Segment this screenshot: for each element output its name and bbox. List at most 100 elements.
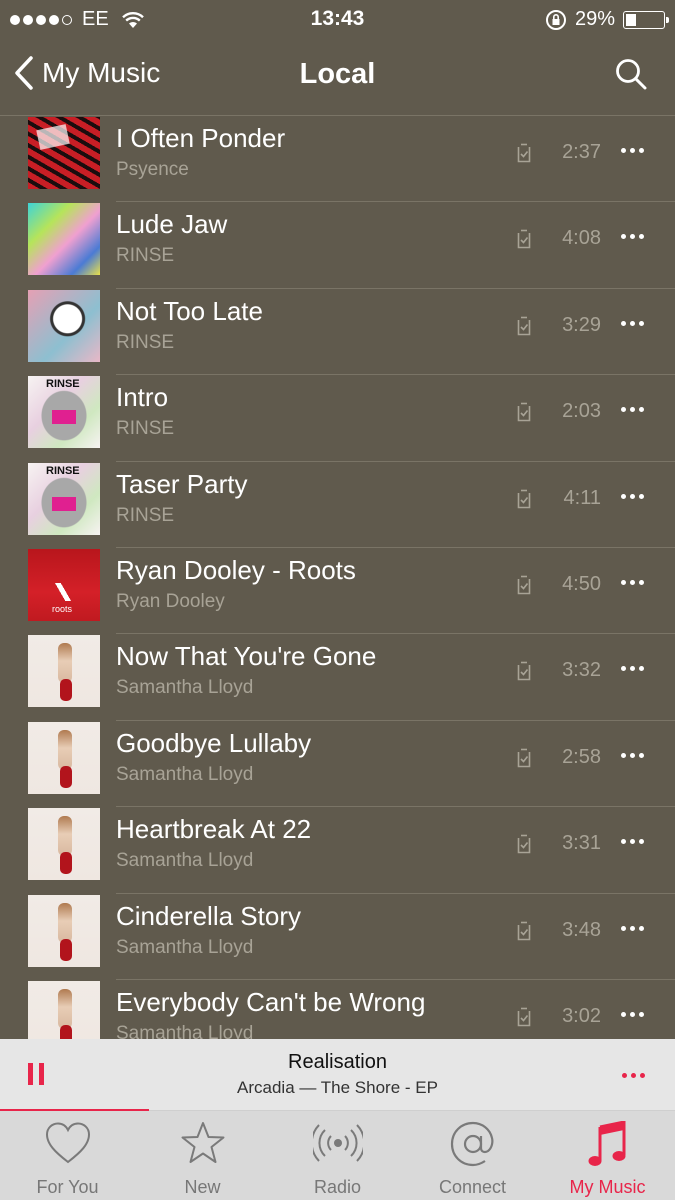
radio-icon: [312, 1124, 363, 1162]
album-art: [28, 894, 100, 967]
song-artist: Psyence: [116, 159, 189, 180]
downloaded-icon: [517, 575, 531, 595]
navigation-bar: My Music Local: [0, 38, 675, 116]
search-icon: [616, 59, 647, 90]
song-duration: 4:08: [562, 227, 601, 250]
downloaded-icon: [517, 662, 531, 681]
downloaded-icon: [517, 230, 531, 249]
tab-bar: For You New Radio Connect My Music: [0, 1111, 675, 1200]
mini-player[interactable]: Realisation Arcadia — The Shore - EP: [0, 1039, 675, 1111]
song-title: Goodbye Lullaby: [116, 727, 312, 758]
downloaded-icon: [517, 143, 531, 163]
song-title: Intro: [116, 382, 169, 413]
song-duration: 4:50: [562, 573, 601, 595]
song-row[interactable]: Heartbreak At 22 Samantha Lloyd 3:31: [0, 807, 675, 894]
tab-radio[interactable]: Radio: [270, 1111, 405, 1200]
song-row[interactable]: Ryan Dooley - Roots Ryan Dooley 4:50: [0, 548, 675, 635]
album-art: [28, 808, 100, 881]
song-row[interactable]: Lude Jaw RINSE 4:08: [0, 202, 675, 290]
downloaded-icon: [517, 489, 531, 508]
album-art: [28, 981, 100, 1039]
song-duration: 3:29: [562, 313, 601, 336]
song-row[interactable]: Taser Party RINSE 4:11: [0, 462, 675, 549]
tab-connect[interactable]: Connect: [405, 1111, 540, 1200]
song-more-button[interactable]: [621, 493, 644, 499]
song-more-button[interactable]: [621, 752, 644, 758]
now-playing-subtitle: Arcadia — The Shore - EP: [237, 1078, 438, 1097]
tab-for-you[interactable]: For You: [0, 1111, 135, 1200]
song-artist: Samantha Lloyd: [116, 677, 254, 699]
song-row[interactable]: Not Too Late RINSE 3:29: [0, 289, 675, 376]
downloaded-icon: [517, 834, 531, 854]
battery-icon: [623, 10, 669, 29]
heart-icon: [45, 1122, 90, 1164]
tab-label: New: [184, 1177, 221, 1197]
music-note-icon: [588, 1121, 625, 1166]
song-more-button[interactable]: [621, 666, 644, 672]
song-duration: 3:31: [562, 832, 601, 855]
song-more-button[interactable]: [621, 148, 644, 153]
song-artist: RINSE: [116, 418, 175, 440]
downloaded-icon: [517, 921, 531, 940]
album-art: [28, 289, 100, 362]
song-duration: 3:02: [562, 1005, 601, 1027]
song-artist: Samantha Lloyd: [116, 763, 254, 785]
song-more-button[interactable]: [621, 234, 644, 240]
tab-label: Radio: [313, 1177, 362, 1197]
song-row[interactable]: Everybody Can't be Wrong Samantha Lloyd 3:…: [0, 980, 675, 1039]
album-art: [28, 117, 100, 189]
album-art: [28, 721, 100, 794]
song-list[interactable]: I Often Ponder Psyence 2:37 Lude Jaw RINSE 4:…: [0, 116, 675, 1039]
song-duration: 2:37: [562, 141, 601, 163]
song-artist: RINSE: [116, 504, 175, 526]
song-artist: Samantha Lloyd: [116, 850, 254, 872]
search-button[interactable]: [615, 58, 647, 95]
page-title: Local: [299, 58, 376, 90]
song-row[interactable]: Goodbye Lullaby Samantha Lloyd 2:58: [0, 721, 675, 808]
song-more-button[interactable]: [621, 1012, 644, 1017]
battery-area: 29%: [545, 8, 669, 31]
song-row[interactable]: Intro RINSE 2:03: [0, 375, 675, 462]
song-artist: Samantha Lloyd: [116, 936, 254, 958]
rotation-lock-icon: [545, 9, 566, 30]
downloaded-icon: [517, 748, 531, 768]
album-art: [28, 462, 100, 535]
downloaded-icon: [517, 1007, 531, 1027]
song-more-button[interactable]: [621, 320, 644, 326]
song-title: Not Too Late: [116, 295, 263, 326]
song-title: Heartbreak At 22: [116, 814, 312, 845]
song-row[interactable]: Now That You're Gone Samantha Lloyd 3:32: [0, 634, 675, 722]
tab-label: My Music: [569, 1177, 646, 1197]
song-more-button[interactable]: [621, 407, 644, 413]
tab-my-music[interactable]: My Music: [540, 1111, 675, 1200]
song-artist: RINSE: [116, 331, 175, 353]
song-more-button[interactable]: [621, 925, 644, 931]
status-bar: EE 13:43 29%: [0, 0, 675, 38]
album-art: [28, 549, 100, 621]
downloaded-icon: [517, 402, 531, 422]
tab-label: Connect: [438, 1177, 507, 1197]
song-title: I Often Ponder: [116, 123, 286, 153]
now-playing-title: Realisation: [288, 1051, 387, 1073]
song-title: Everybody Can't be Wrong: [116, 987, 426, 1017]
song-title: Now That You're Gone: [116, 641, 377, 672]
now-playing-more-button[interactable]: [622, 1073, 645, 1078]
song-more-button[interactable]: [621, 839, 644, 845]
tab-label: For You: [36, 1177, 99, 1197]
song-artist: RINSE: [116, 245, 175, 267]
song-artist: Ryan Dooley: [116, 591, 225, 612]
song-duration: 3:48: [562, 918, 601, 941]
song-duration: 3:32: [562, 659, 601, 682]
album-art: [28, 203, 100, 276]
song-more-button[interactable]: [621, 580, 644, 585]
song-title: Lude Jaw: [116, 209, 228, 240]
song-title: Cinderella Story: [116, 900, 301, 931]
downloaded-icon: [517, 316, 531, 336]
song-row[interactable]: I Often Ponder Psyence 2:37: [0, 116, 675, 203]
tab-new[interactable]: New: [135, 1111, 270, 1200]
album-art: [28, 635, 100, 708]
song-duration: 2:03: [562, 400, 601, 423]
song-title: Taser Party: [116, 468, 248, 499]
song-row[interactable]: Cinderella Story Samantha Lloyd 3:48: [0, 894, 675, 981]
star-icon: [181, 1122, 224, 1163]
